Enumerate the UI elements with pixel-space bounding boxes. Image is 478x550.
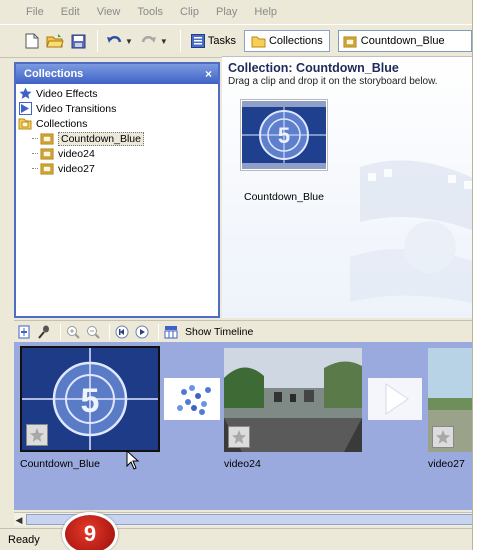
save-disk-icon	[71, 34, 85, 48]
undo-dropdown-icon[interactable]: ▼	[125, 37, 133, 46]
storyboard-clip-label: Countdown_Blue	[20, 458, 100, 470]
zoom-in-icon	[67, 325, 80, 339]
menu-bar: File Edit View Tools Clip Play Help	[0, 0, 472, 24]
collection-film-icon	[40, 147, 54, 160]
audio-levels-icon	[18, 325, 30, 338]
menu-tools[interactable]: Tools	[137, 6, 163, 18]
filmstrip-watermark-icon	[350, 160, 472, 303]
close-icon[interactable]: ×	[205, 67, 212, 81]
status-text: Ready	[8, 533, 40, 546]
set-audio-levels-button[interactable]	[16, 324, 32, 340]
collections-label: Collections	[268, 35, 323, 47]
menu-file[interactable]: File	[26, 6, 44, 18]
save-project-button[interactable]	[68, 31, 88, 51]
toolbar-separator	[97, 30, 98, 52]
menu-edit[interactable]: Edit	[61, 6, 80, 18]
tree-item-collections[interactable]: Collections	[18, 116, 218, 131]
undo-button[interactable]	[104, 31, 124, 51]
collection-combo-value: Countdown_Blue	[360, 35, 445, 47]
menu-play[interactable]: Play	[216, 6, 237, 18]
movie-maker-window: File Edit View Tools Clip Play Help ▼ ▼ …	[0, 0, 478, 550]
menu-help[interactable]: Help	[254, 6, 277, 18]
tasks-button[interactable]: Tasks	[187, 30, 240, 52]
collection-film-icon	[40, 162, 54, 175]
countdown-number: 5	[278, 123, 290, 148]
redo-icon	[141, 36, 156, 43]
storyboard-clip-video24[interactable]	[224, 348, 362, 452]
new-project-button[interactable]	[22, 31, 42, 51]
window-edge	[472, 0, 478, 550]
microphone-icon	[38, 325, 49, 339]
redo-button[interactable]	[139, 31, 159, 51]
transitions-icon	[18, 102, 32, 115]
collection-film-icon	[343, 36, 357, 47]
collection-clip-label: Countdown_Blue	[244, 191, 324, 203]
main-toolbar: ▼ ▼ Tasks Collections Countdown_Blue	[0, 24, 472, 58]
collections-pane: Collections × Video Effects Video Transi…	[14, 62, 220, 318]
toolbar-separator	[179, 30, 181, 52]
menu-view[interactable]: View	[97, 6, 121, 18]
storyboard-clip-label: video27	[428, 458, 465, 470]
countdown-clip-image: 5	[242, 101, 326, 169]
play-icon	[135, 325, 149, 338]
rewind-button[interactable]	[114, 324, 130, 340]
storyboard: 5 Countdown_Blue video24 video27	[14, 342, 472, 510]
zoom-out-button[interactable]	[85, 324, 101, 340]
tree-item-video-transitions[interactable]: Video Transitions	[18, 101, 218, 116]
new-file-icon	[25, 33, 39, 49]
collection-combo[interactable]: Countdown_Blue	[337, 30, 472, 52]
transition-slot[interactable]	[368, 378, 422, 420]
tree-label: Video Effects	[36, 87, 98, 100]
tree-label: video24	[58, 147, 95, 160]
rewind-icon	[115, 325, 129, 338]
tree-item-countdown-blue[interactable]: Countdown_Blue	[18, 131, 218, 146]
collections-folder-icon	[251, 36, 266, 47]
zoom-out-icon	[87, 325, 100, 339]
video-effect-star-icon[interactable]	[228, 426, 250, 448]
play-storyboard-button[interactable]	[134, 324, 150, 340]
tree-label: Countdown_Blue	[58, 131, 144, 146]
tree-label: Video Transitions	[36, 102, 117, 115]
collections-pane-header: Collections ×	[16, 64, 218, 84]
scroll-left-icon[interactable]: ◀	[14, 513, 24, 527]
redo-dropdown-icon[interactable]: ▼	[160, 37, 168, 46]
storyboard-clip-label: video24	[224, 458, 261, 470]
storyboard-clip-countdown[interactable]: 5	[20, 346, 160, 452]
transition-slot[interactable]	[164, 378, 220, 420]
tree-label: Collections	[36, 117, 88, 130]
empty-transition-arrow-icon	[385, 383, 409, 415]
step-number-badge: 9	[62, 512, 118, 550]
mouse-cursor-icon	[126, 450, 140, 470]
video-effect-star-icon[interactable]	[26, 424, 48, 446]
tree-item-video-effects[interactable]: Video Effects	[18, 86, 218, 101]
show-timeline-button[interactable]: Show Timeline	[185, 326, 253, 338]
collections-button[interactable]: Collections	[243, 30, 330, 52]
open-project-button[interactable]	[45, 31, 65, 51]
tree-label: video27	[58, 162, 95, 175]
open-folder-icon	[46, 34, 64, 48]
undo-icon	[107, 36, 122, 43]
countdown-number: 5	[81, 382, 100, 420]
narrate-button[interactable]	[36, 324, 52, 340]
dissolve-transition-icon	[177, 385, 211, 415]
collection-contents-pane: Collection: Countdown_Blue Drag a clip a…	[222, 56, 472, 318]
tasks-label: Tasks	[207, 35, 236, 47]
collections-pane-title: Collections	[24, 68, 84, 80]
show-timeline-icon	[163, 324, 179, 340]
storyboard-toolbar: Show Timeline	[14, 320, 472, 342]
collection-clip-thumbnail[interactable]: 5	[240, 99, 328, 171]
zoom-in-button[interactable]	[65, 324, 81, 340]
collections-tree: Video Effects Video Transitions Collecti…	[16, 84, 218, 176]
video-effect-star-icon[interactable]	[432, 426, 454, 448]
collections-folder-icon	[18, 117, 32, 130]
collection-hint: Drag a clip and drop it on the storyboar…	[228, 76, 438, 87]
collection-film-icon	[40, 132, 54, 145]
tree-item-video27[interactable]: video27	[18, 161, 218, 176]
tree-item-video24[interactable]: video24	[18, 146, 218, 161]
menu-clip[interactable]: Clip	[180, 6, 199, 18]
collection-title: Collection: Countdown_Blue	[228, 61, 399, 75]
tasks-icon	[190, 34, 205, 48]
star-effects-icon	[18, 87, 32, 100]
storyboard-clip-video27[interactable]	[428, 348, 472, 452]
